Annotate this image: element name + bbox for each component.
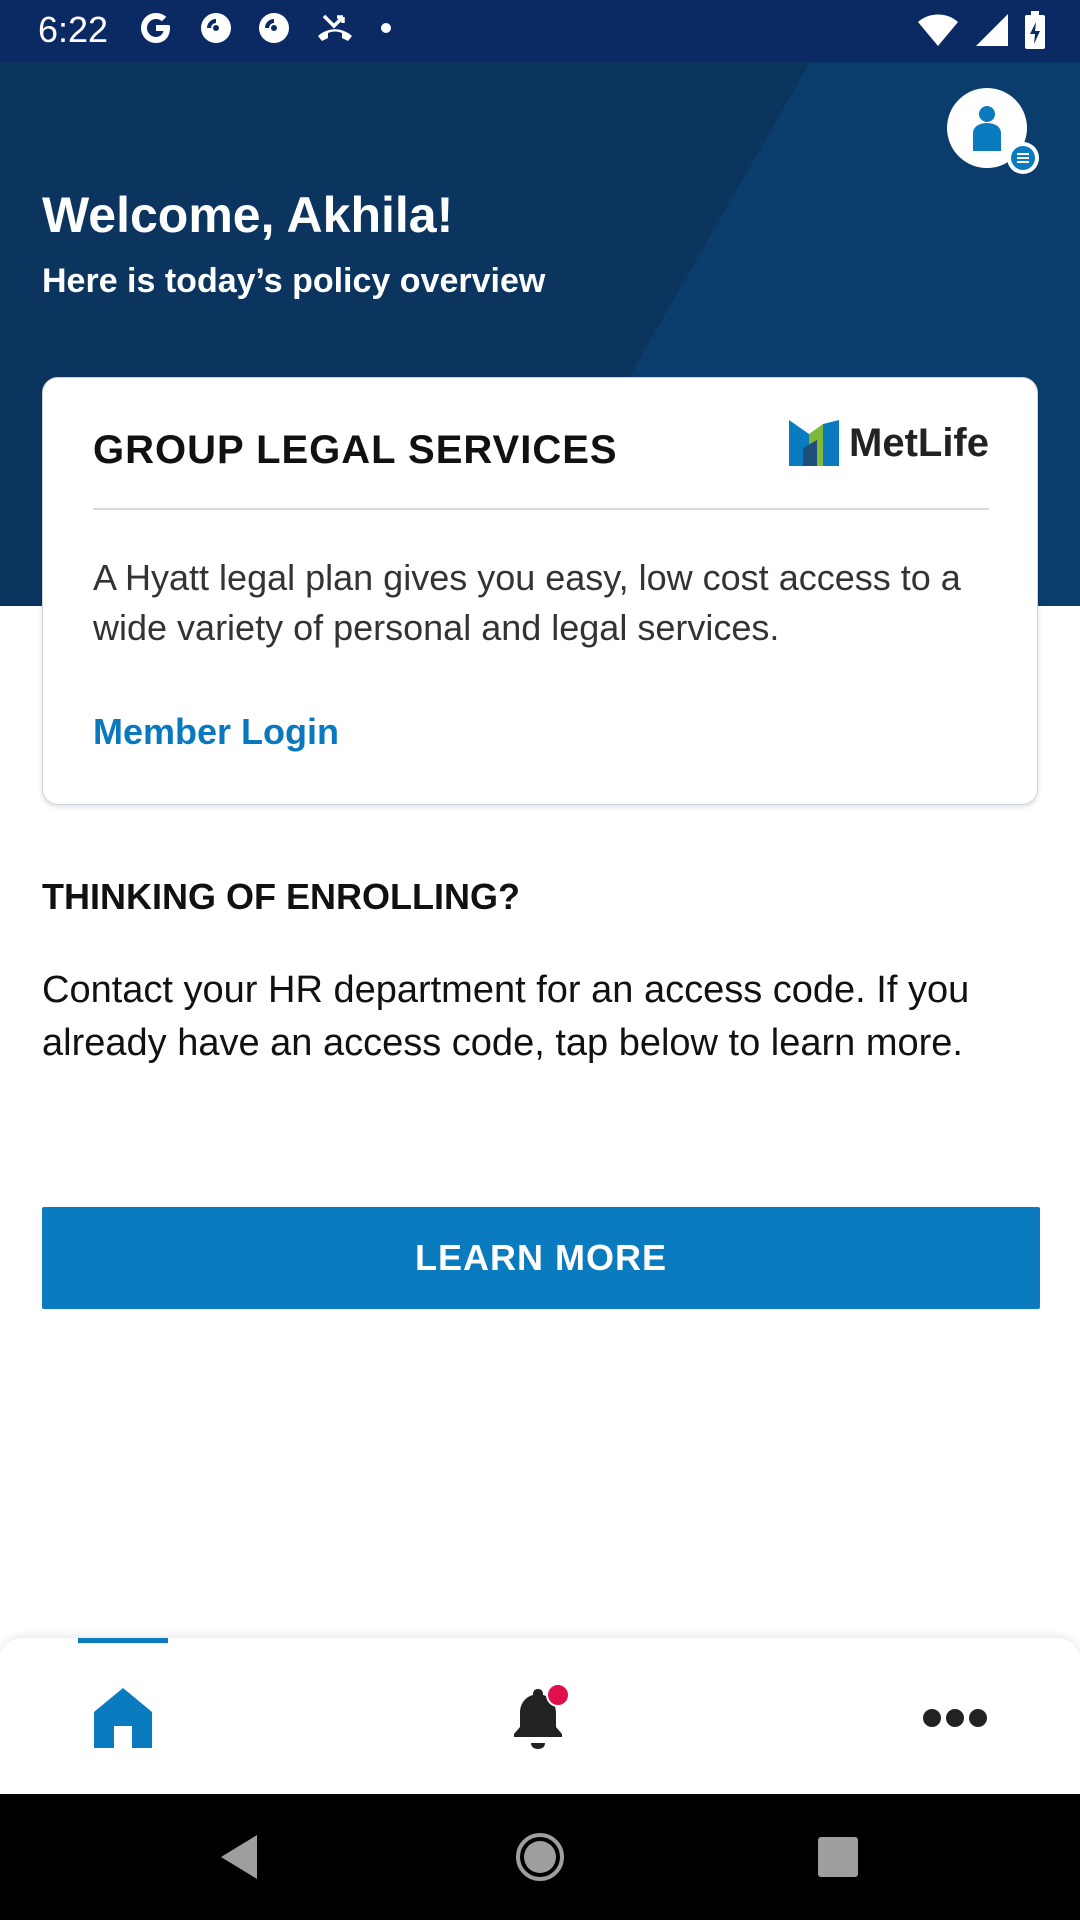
nav-more[interactable] xyxy=(910,1678,1000,1758)
more-icon xyxy=(923,1709,987,1727)
home-circle-icon xyxy=(516,1833,564,1881)
back-triangle-icon xyxy=(221,1835,257,1879)
missed-call-icon xyxy=(318,14,352,41)
google-icon xyxy=(141,13,170,43)
status-bar: 6:22 xyxy=(0,0,1080,62)
wifi-icon xyxy=(918,14,958,46)
nav-active-indicator xyxy=(78,1638,168,1643)
pocket-casts-icon xyxy=(259,13,289,43)
welcome-subtitle: Here is today’s policy overview xyxy=(42,262,546,300)
member-login-link[interactable]: Member Login xyxy=(93,711,339,753)
notification-dot xyxy=(546,1683,570,1707)
system-nav-bar xyxy=(0,1794,1080,1920)
dot-icon xyxy=(381,23,391,33)
metlife-logo-text: MetLife xyxy=(849,420,989,465)
recents-square-icon xyxy=(818,1837,858,1877)
system-recents-button[interactable] xyxy=(805,1824,871,1890)
system-back-button[interactable] xyxy=(207,1824,273,1890)
status-time: 6:22 xyxy=(38,9,109,50)
pocket-casts-icon xyxy=(201,13,231,43)
metlife-logo: MetLife xyxy=(789,420,989,466)
status-icons-left xyxy=(136,8,394,48)
status-icons-right xyxy=(916,10,1046,50)
policy-card: GROUP LEGAL SERVICES MetLife A Hyatt leg… xyxy=(42,377,1038,805)
card-divider xyxy=(93,508,989,510)
policy-description: A Hyatt legal plan gives you easy, low c… xyxy=(93,557,961,648)
welcome-title: Welcome, Akhila! xyxy=(42,187,454,243)
bottom-nav xyxy=(0,1638,1080,1794)
system-home-button[interactable] xyxy=(507,1824,573,1890)
enroll-body: Contact your HR department for an access… xyxy=(42,969,970,1064)
menu-lines-icon xyxy=(1011,146,1035,170)
nav-notifications[interactable] xyxy=(493,1678,583,1758)
enroll-heading: THINKING OF ENROLLING? xyxy=(42,876,520,917)
metlife-logo-mark xyxy=(789,420,839,466)
learn-more-button[interactable]: LEARN MORE xyxy=(42,1207,1040,1309)
menu-badge[interactable] xyxy=(1007,142,1039,174)
policy-card-title: GROUP LEGAL SERVICES xyxy=(93,428,618,472)
nav-home[interactable] xyxy=(78,1678,168,1758)
person-icon xyxy=(973,106,1001,151)
battery-icon xyxy=(1025,11,1045,49)
signal-icon xyxy=(976,14,1008,46)
home-icon xyxy=(94,1688,152,1748)
